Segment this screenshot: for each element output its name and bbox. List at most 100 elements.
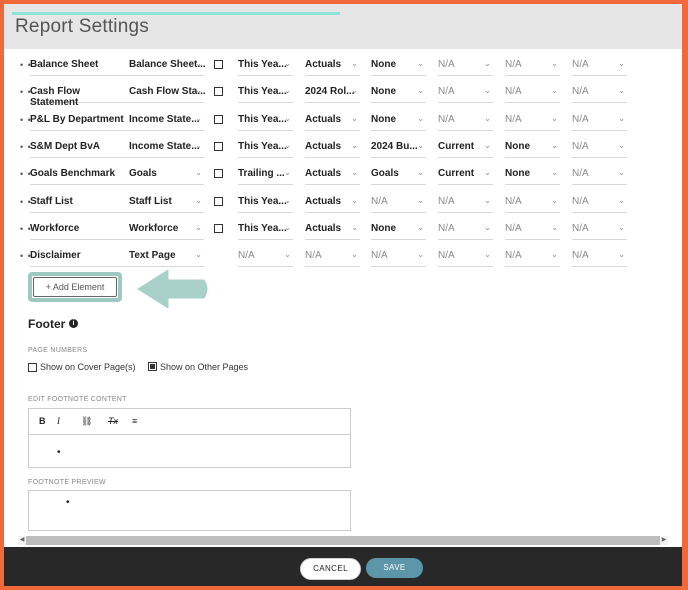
row-checkbox[interactable] <box>214 60 223 69</box>
chevron-down-icon: ⌄ <box>417 168 424 178</box>
row-checkbox[interactable] <box>214 223 223 233</box>
row-select[interactable]: Text Page ⌄ <box>129 249 204 268</box>
chevron-down-icon: ⌄ <box>551 59 558 68</box>
element-name-field[interactable]: Disclaimer <box>30 250 130 268</box>
row-select[interactable]: Workforce ⌄ <box>129 222 204 240</box>
row-select[interactable]: N/A ⌄ <box>238 249 293 268</box>
row-select[interactable]: Current ⌄ <box>438 167 493 186</box>
row-select[interactable]: 2024 Bu... ⌄ <box>371 140 426 158</box>
row-select[interactable]: Actuals ⌄ <box>305 140 360 158</box>
row-select[interactable]: This Yea... ⌄ <box>238 222 293 240</box>
scroll-right-icon[interactable]: ▶ <box>660 536 668 545</box>
row-select[interactable]: Actuals ⌄ <box>305 222 360 240</box>
row-select[interactable]: N/A ⌄ <box>572 140 627 158</box>
row-select[interactable]: N/A ⌄ <box>438 58 493 76</box>
row-select[interactable]: Actuals ⌄ <box>305 113 360 131</box>
select-value: Goals <box>129 168 157 180</box>
row-select[interactable]: N/A ⌄ <box>438 113 493 131</box>
row-checkbox[interactable] <box>214 87 223 97</box>
row-select[interactable]: This Yea... ⌄ <box>238 85 293 104</box>
row-select[interactable]: Trailing ... ⌄ <box>238 167 293 186</box>
editor-content[interactable]: • <box>57 447 61 458</box>
row-select[interactable]: None ⌄ <box>505 140 560 158</box>
row-select[interactable]: N/A ⌄ <box>371 249 426 268</box>
info-icon[interactable]: i <box>69 319 78 328</box>
row-select[interactable]: N/A ⌄ <box>572 222 627 240</box>
chevron-down-icon: ⌄ <box>417 222 424 232</box>
row-checkbox[interactable] <box>214 169 223 179</box>
row-select[interactable]: N/A ⌄ <box>572 85 627 104</box>
scroll-left-icon[interactable]: ◀ <box>18 536 26 545</box>
align-icon[interactable]: ≡ <box>132 416 137 426</box>
row-select[interactable]: Staff List ⌄ <box>129 195 204 213</box>
edit-footnote-label: EDIT FOOTNOTE CONTENT <box>28 396 127 403</box>
element-name-field[interactable]: Balance Sheet <box>30 59 130 76</box>
row-select[interactable]: N/A ⌄ <box>438 249 493 268</box>
row-select[interactable]: None ⌄ <box>371 222 426 240</box>
element-name-field[interactable]: Goals Benchmark <box>30 168 130 186</box>
row-checkbox[interactable] <box>214 196 223 206</box>
row-select[interactable]: N/A ⌄ <box>505 58 560 76</box>
element-name-field[interactable]: P&L By Department <box>30 114 130 131</box>
row-select[interactable]: Actuals ⌄ <box>305 167 360 186</box>
other-pages-checkbox[interactable] <box>148 362 157 371</box>
chevron-down-icon: ⌄ <box>195 195 202 205</box>
row-select[interactable]: This Yea... ⌄ <box>238 58 293 76</box>
row-select[interactable]: N/A ⌄ <box>572 195 627 213</box>
row-select[interactable]: N/A ⌄ <box>505 195 560 213</box>
row-select[interactable]: This Yea... ⌄ <box>238 140 293 158</box>
row-select[interactable]: N/A ⌄ <box>572 249 627 268</box>
select-value: Balance Sheet... <box>129 59 206 70</box>
row-select[interactable]: Cash Flow Sta... ⌄ <box>129 85 206 104</box>
row-select[interactable]: N/A ⌄ <box>305 249 360 268</box>
footnote-editor[interactable]: B I ⛓ Tx ≡ • <box>28 408 351 468</box>
row-select[interactable]: None ⌄ <box>371 58 426 76</box>
row-select[interactable]: N/A ⌄ <box>505 222 560 240</box>
row-select[interactable]: N/A ⌄ <box>371 195 426 213</box>
select-value: N/A <box>572 168 589 180</box>
select-value: N/A <box>572 195 589 207</box>
row-select[interactable]: N/A ⌄ <box>572 58 627 76</box>
row-select[interactable]: N/A ⌄ <box>438 222 493 240</box>
row-select[interactable]: Income State... ⌄ <box>129 140 204 158</box>
chevron-down-icon: ⌄ <box>351 195 358 205</box>
element-name-field[interactable]: Workforce <box>30 223 130 240</box>
row-select[interactable]: Balance Sheet... ⌄ <box>129 58 206 76</box>
row-select[interactable]: None ⌄ <box>371 113 426 131</box>
element-name-field[interactable]: S&M Dept BvA <box>30 141 130 158</box>
row-select[interactable]: Actuals ⌄ <box>305 58 360 76</box>
save-button[interactable]: SAVE <box>366 558 423 578</box>
row-select[interactable]: N/A ⌄ <box>505 85 560 104</box>
row-checkbox[interactable] <box>214 141 223 151</box>
row-select[interactable]: N/A ⌄ <box>438 195 493 213</box>
row-select[interactable]: Goals ⌄ <box>129 167 204 186</box>
row-select[interactable]: Actuals ⌄ <box>305 195 360 213</box>
row-select[interactable]: Current ⌄ <box>438 140 493 158</box>
link-icon[interactable]: ⛓ <box>81 416 92 427</box>
row-select[interactable]: 2024 Rol... ⌄ <box>305 85 360 104</box>
row-select[interactable]: N/A ⌄ <box>505 113 560 131</box>
cover-page-checkbox[interactable] <box>28 363 37 372</box>
element-name-field[interactable]: Staff List <box>30 196 130 213</box>
row-checkbox[interactable] <box>214 114 223 124</box>
row-select[interactable]: N/A ⌄ <box>438 85 493 104</box>
cancel-button[interactable]: CANCEL <box>300 558 361 580</box>
row-select[interactable]: None ⌄ <box>505 167 560 186</box>
row-select[interactable]: N/A ⌄ <box>572 113 627 131</box>
row-select[interactable]: None ⌄ <box>371 85 426 104</box>
bold-icon[interactable]: B <box>39 416 46 426</box>
row-select[interactable]: This Yea... ⌄ <box>238 113 293 131</box>
add-element-button[interactable]: + Add Element <box>28 272 122 302</box>
scrollbar-thumb[interactable] <box>26 536 660 545</box>
row-select[interactable]: Goals ⌄ <box>371 167 426 186</box>
element-name-field[interactable]: Cash Flow Statement <box>30 86 130 108</box>
row-select[interactable]: N/A ⌄ <box>572 167 627 186</box>
row-select[interactable]: This Yea... ⌄ <box>238 195 293 213</box>
select-value: Text Page <box>129 250 176 262</box>
select-value: Actuals <box>305 168 342 180</box>
row-select[interactable]: N/A ⌄ <box>505 249 560 268</box>
select-value: N/A <box>505 59 522 70</box>
row-select[interactable]: Income State... ⌄ <box>129 113 204 131</box>
italic-icon[interactable]: I <box>57 416 60 426</box>
clear-format-icon[interactable]: Tx <box>108 416 118 426</box>
